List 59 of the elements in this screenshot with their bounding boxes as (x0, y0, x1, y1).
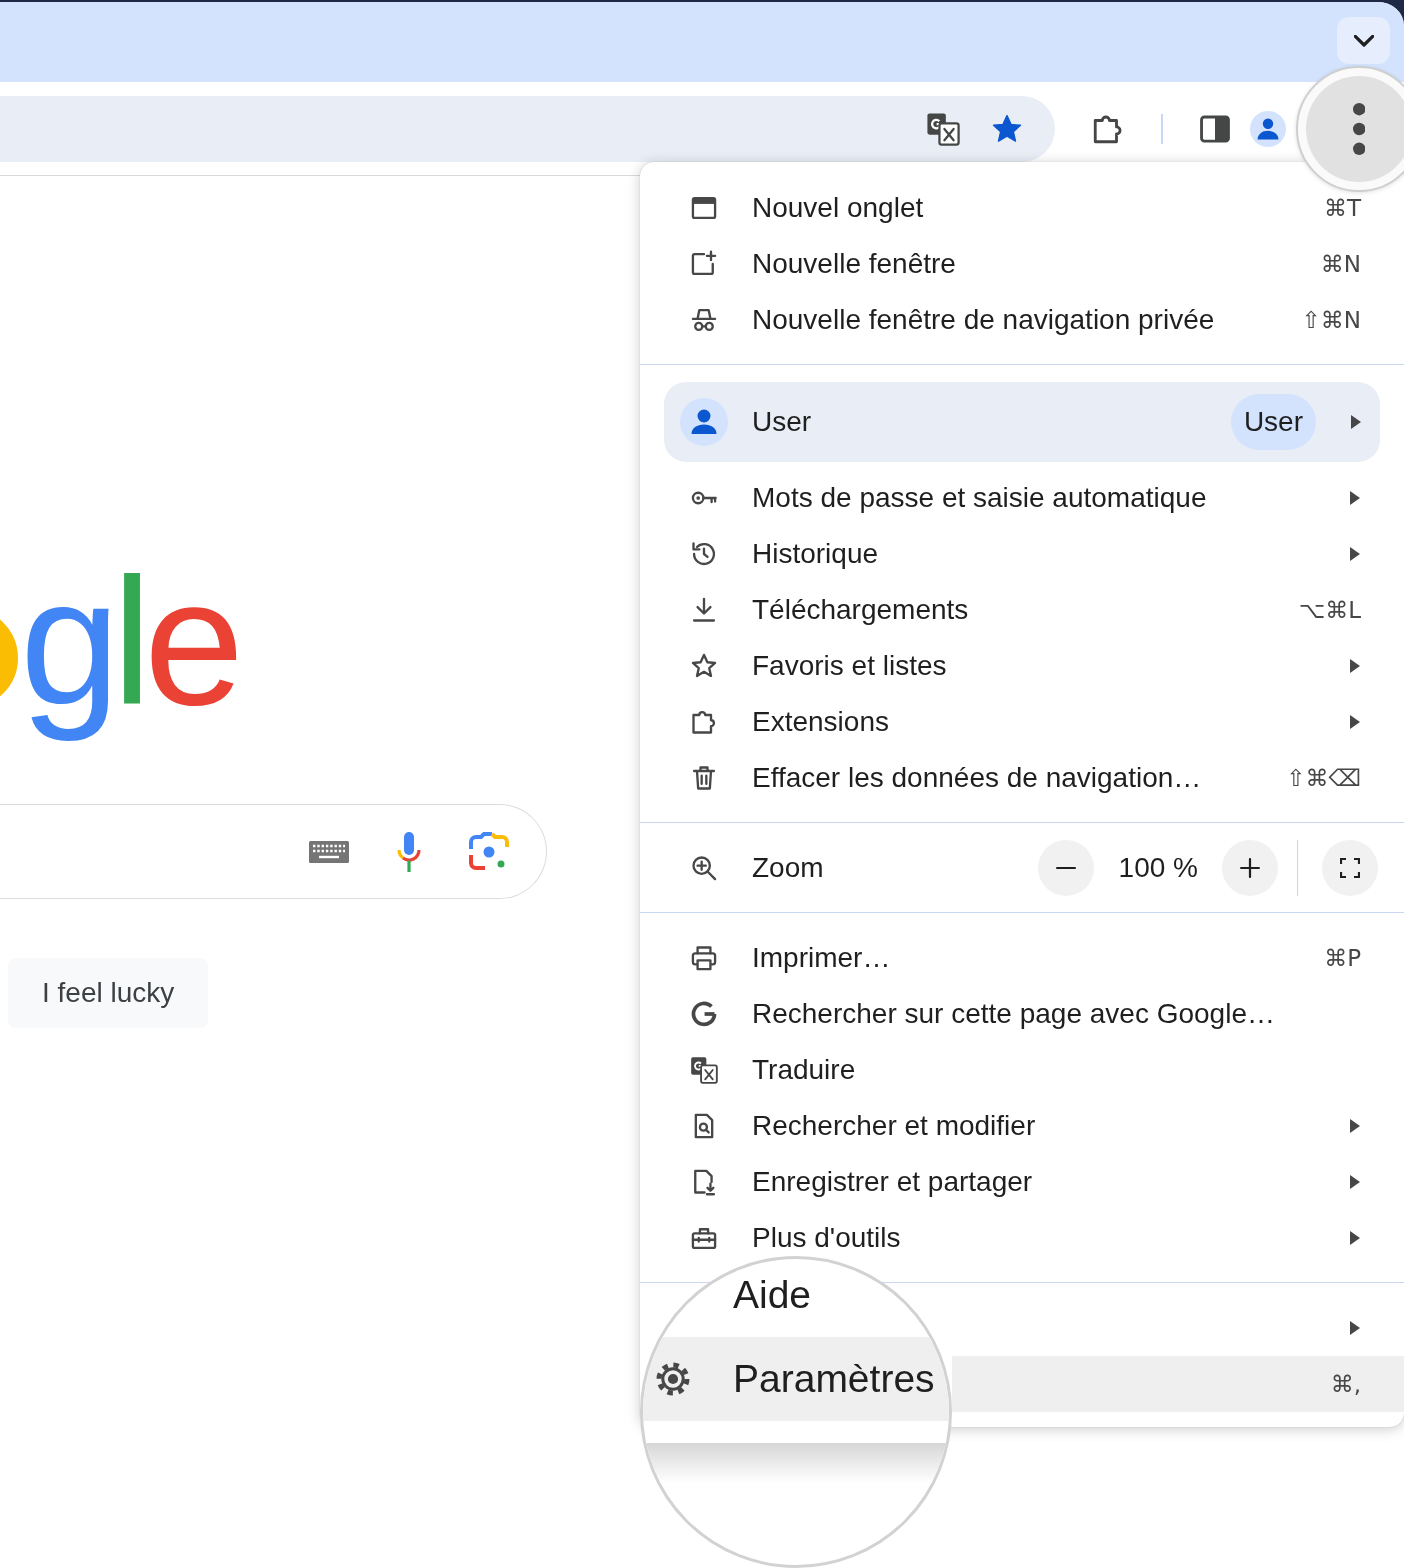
zoom-level-text: 100 % (1118, 852, 1198, 884)
more-button[interactable] (1306, 76, 1404, 182)
menu-item[interactable]: Mots de passe et saisie automatique (640, 470, 1404, 526)
keyboard-icon[interactable] (309, 840, 349, 863)
minus-icon (1055, 866, 1076, 870)
shortcut-text: ⌘P (1324, 945, 1361, 971)
tab-search-button[interactable] (1337, 17, 1390, 64)
search-field[interactable] (0, 804, 547, 899)
shortcut-text: ⌘N (1320, 251, 1361, 277)
menu-item[interactable]: Historique (640, 526, 1404, 582)
microphone-icon[interactable] (397, 831, 421, 872)
menu-item[interactable]: Rechercher et modifier (640, 1098, 1404, 1154)
menu-item[interactable]: Rechercher sur cette page avec Google… (640, 986, 1404, 1042)
lucky-button[interactable]: I feel lucky (8, 958, 209, 1028)
shortcut-text: ⌘T (1323, 195, 1361, 221)
new-window-icon (690, 250, 718, 278)
profile-menu-item[interactable]: User User (664, 382, 1380, 462)
profile-button[interactable] (1250, 110, 1286, 147)
zoom-in-icon (690, 854, 718, 882)
menu-item[interactable]: Nouvelle fenêtre de navigation privée ⇧⌘N (640, 292, 1404, 348)
magnified-menu-item[interactable]: Paramètres (643, 1337, 949, 1421)
printer-icon (690, 944, 718, 972)
download-icon (690, 596, 718, 624)
menu-item[interactable]: Favoris et listes (640, 638, 1404, 694)
menu-item[interactable]: Imprimer… ⌘P (640, 930, 1404, 986)
new-tab-icon (690, 194, 718, 222)
star-icon (690, 652, 718, 680)
settings-icon (655, 1361, 691, 1397)
person-icon (1257, 117, 1279, 140)
shortcut-text: ⌘, (1330, 1371, 1361, 1397)
profile-badge: User (1230, 394, 1316, 450)
plus-icon (1240, 858, 1260, 878)
menu-item[interactable]: Effacer les données de navigation… ⇧⌘⌫ (640, 750, 1404, 806)
letter-g-icon (690, 1000, 718, 1028)
incognito-icon (690, 306, 718, 334)
translate-icon (690, 1056, 718, 1084)
fullscreen-icon (1340, 858, 1360, 878)
menu-item[interactable]: ⌘, (952, 1356, 1404, 1412)
shortcut-text: ⇧⌘⌫ (1286, 765, 1361, 791)
fullscreen-button[interactable] (1322, 840, 1378, 896)
avatar-icon (680, 398, 728, 446)
puzzle-icon (690, 708, 718, 736)
trash-icon (690, 764, 718, 792)
menu-item[interactable]: Nouvelle fenêtre ⌘N (640, 236, 1404, 292)
shortcut-text: ⇧⌘N (1301, 307, 1361, 333)
translate-icon[interactable] (926, 111, 960, 146)
menu-item[interactable]: Traduire (640, 1042, 1404, 1098)
history-icon (690, 540, 718, 568)
menu-item[interactable]: Extensions (640, 694, 1404, 750)
logo-text: gle (20, 540, 238, 744)
menu-item[interactable]: Nouvel onglet ⌘T (640, 180, 1404, 236)
shortcut-text: ⌥⌘L (1298, 597, 1361, 623)
menu-item[interactable]: Enregistrer et partager (640, 1154, 1404, 1210)
zoom-label: Zoom (752, 852, 824, 884)
menu-item[interactable]: Téléchargements ⌥⌘L (640, 582, 1404, 638)
chevron-down-icon (1353, 34, 1374, 47)
more-vert-icon (1352, 103, 1366, 155)
camera-lens-icon[interactable] (469, 831, 509, 872)
zoom-in-button[interactable] (1222, 840, 1278, 896)
